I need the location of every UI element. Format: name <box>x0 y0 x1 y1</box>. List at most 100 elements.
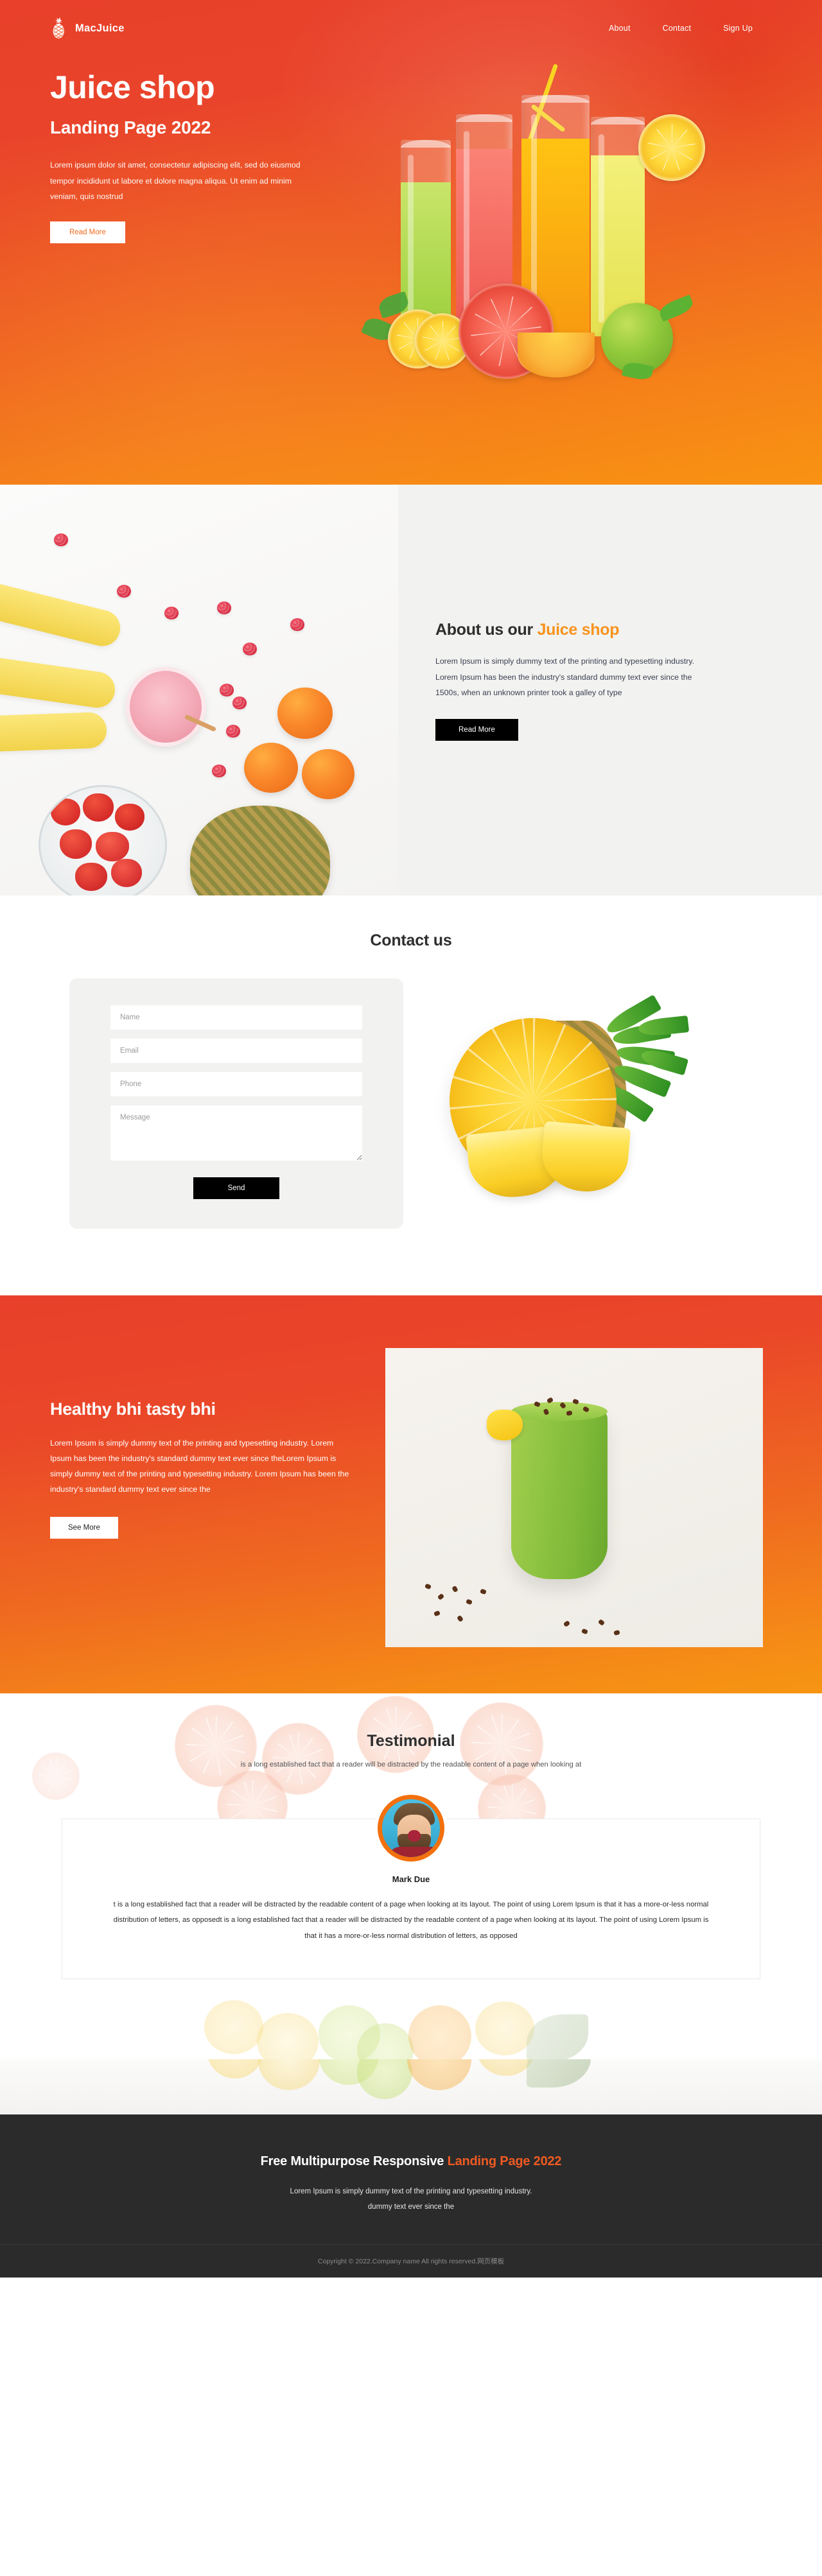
testimonial-section: Testimonial is a long established fact t… <box>0 1693 822 2059</box>
brand-logo[interactable]: MacJuice <box>50 17 125 40</box>
juice-glass-green <box>401 140 451 326</box>
raspberry <box>117 585 131 598</box>
about-title-accent: Juice shop <box>537 621 620 639</box>
lemon-slice-bg <box>204 2000 263 2054</box>
brand-name: MacJuice <box>75 22 125 34</box>
avatar-mouth <box>408 1830 421 1842</box>
about-title-plain: About us our <box>435 621 538 639</box>
mandarin-orange <box>277 687 333 739</box>
raspberry <box>243 643 257 655</box>
pineapple-leaf <box>637 1015 690 1038</box>
footer: Free Multipurpose Responsive Landing Pag… <box>0 2114 822 2278</box>
message-input[interactable] <box>110 1105 362 1161</box>
lime-slice-bg <box>319 2005 380 2059</box>
banana <box>0 652 118 711</box>
banana <box>0 711 107 754</box>
hero-copy: Juice shop Landing Page 2022 Lorem ipsum… <box>50 40 352 243</box>
phone-input[interactable] <box>110 1072 362 1096</box>
contact-form: Send <box>69 978 403 1229</box>
lime-slice-bg <box>357 2059 412 2099</box>
nav-item-sign-up[interactable]: Sign Up <box>723 24 753 33</box>
copyright-text: Copyright © 2022.Company name All rights… <box>317 2257 478 2265</box>
footer-title: Free Multipurpose Responsive Landing Pag… <box>0 2154 822 2169</box>
footer-bottom-bar: Copyright © 2022.Company name All rights… <box>0 2243 822 2278</box>
about-image <box>0 485 398 895</box>
cacao-nib <box>466 1598 473 1605</box>
lemon-slice-garnish <box>638 114 705 181</box>
orange-bg <box>407 2059 471 2090</box>
hero-section: MacJuice About Contact Sign Up Juice sho… <box>0 0 822 485</box>
orange-bg <box>408 2005 471 2059</box>
healthy-body-text: Lorem Ipsum is simply dummy text of the … <box>50 1439 349 1494</box>
hero-image <box>345 58 795 417</box>
cacao-nib <box>456 1614 464 1623</box>
lemon-slice-bg <box>258 2059 320 2090</box>
about-title: About us our Juice shop <box>435 621 760 639</box>
hero-read-more-button[interactable]: Read More <box>50 221 125 243</box>
about-body-text: Lorem Ipsum is simply dummy text of the … <box>435 657 695 698</box>
lime-leaf <box>657 294 695 322</box>
avatar-shirt <box>389 1847 440 1857</box>
banana <box>0 576 125 650</box>
testimonial-subtitle: is a long established fact that a reader… <box>240 1761 582 1768</box>
cacao-nib <box>437 1593 445 1601</box>
raspberry <box>212 765 226 777</box>
pineapple-wedge <box>539 1121 631 1195</box>
lemon-slice-bg <box>475 2001 534 2055</box>
raspberry <box>220 684 234 696</box>
green-smoothie-glass <box>511 1407 608 1579</box>
email-input[interactable] <box>110 1039 362 1063</box>
about-section: About us our Juice shop Lorem Ipsum is s… <box>0 485 822 895</box>
footer-body-line-1: Lorem Ipsum is simply dummy text of the … <box>290 2188 532 2195</box>
cacao-nib <box>424 1583 432 1590</box>
leaf-bg <box>527 2014 588 2059</box>
pink-smoothie-jar <box>126 667 206 747</box>
hero-content: Juice shop Landing Page 2022 Lorem ipsum… <box>0 40 822 417</box>
healthy-section: Healthy bhi tasty bhi Lorem Ipsum is sim… <box>0 1295 822 1693</box>
nav-item-about[interactable]: About <box>609 24 631 33</box>
raspberry <box>232 696 247 709</box>
strawberry-bowl <box>39 785 167 895</box>
nav-item-contact[interactable]: Contact <box>663 24 691 33</box>
name-input[interactable] <box>110 1005 362 1030</box>
testimonial-quote: t is a long established fact that a read… <box>113 1901 709 1940</box>
about-copy: About us our Juice shop Lorem Ipsum is s… <box>398 485 822 895</box>
cacao-nib <box>451 1585 459 1593</box>
hero-body-text: Lorem ipsum dolor sit amet, consectetur … <box>50 160 301 202</box>
raspberry <box>217 601 231 614</box>
hero-subtitle: Landing Page 2022 <box>50 117 211 137</box>
footer-body-line-2: dummy text ever since the <box>367 2203 455 2211</box>
copyright-link[interactable]: 网页模板 <box>477 2258 504 2265</box>
lemon-slice-bg <box>257 2013 319 2059</box>
pineapple-icon <box>53 17 64 39</box>
cacao-nib <box>597 1618 606 1627</box>
healthy-see-more-button[interactable]: See More <box>50 1516 118 1539</box>
contact-image <box>420 981 780 1250</box>
testimonial-header: Testimonial is a long established fact t… <box>0 1732 822 1768</box>
footer-title-plain: Free Multipurpose Responsive <box>260 2154 448 2168</box>
cacao-nib <box>563 1620 571 1627</box>
mango-chunk-garnish <box>487 1410 523 1440</box>
raspberry <box>54 533 68 546</box>
footer-title-accent: Landing Page 2022 <box>447 2154 562 2168</box>
cacao-nib <box>581 1628 588 1635</box>
pineapple <box>190 806 330 895</box>
hero-title: Juice shop <box>50 69 215 105</box>
healthy-title: Healthy bhi tasty bhi <box>50 1399 216 1419</box>
contact-title: Contact us <box>370 931 452 949</box>
contact-body: Send <box>0 978 822 1250</box>
avatar-photo <box>382 1799 440 1857</box>
healthy-copy: Healthy bhi tasty bhi Lorem Ipsum is sim… <box>0 1295 385 1539</box>
send-row: Send <box>110 1177 362 1199</box>
lime-slice-bg <box>357 2023 414 2059</box>
contact-section: Contact us Send <box>0 895 822 1295</box>
send-button[interactable]: Send <box>193 1177 280 1199</box>
raspberry <box>226 725 240 738</box>
cacao-nib <box>433 1610 441 1617</box>
mandarin-orange <box>244 743 298 793</box>
about-read-more-button[interactable]: Read More <box>435 718 518 741</box>
raspberry <box>164 607 179 619</box>
orange-wedge <box>518 333 595 377</box>
mandarin-orange <box>302 749 354 799</box>
raspberry <box>290 618 304 631</box>
